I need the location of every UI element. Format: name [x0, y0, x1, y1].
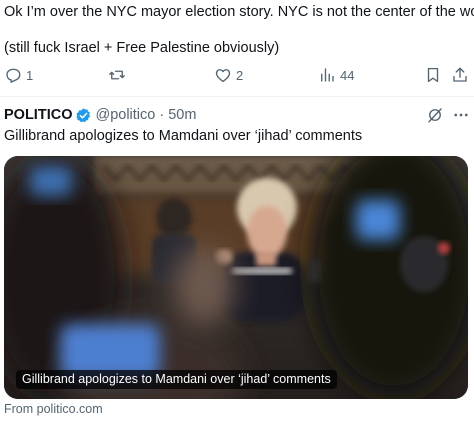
grok-icon [428, 108, 442, 123]
grok-button[interactable] [426, 104, 444, 126]
share-icon [453, 67, 467, 82]
link-card-caption: Gillibrand apologizes to Mamdani over ‘j… [16, 370, 337, 389]
reply-count: 1 [26, 67, 34, 83]
like-button[interactable]: 2 [214, 64, 243, 86]
post-text-line-2: (still fuck Israel + Free Palestine obvi… [4, 40, 280, 56]
author-handle[interactable]: @politico [95, 107, 155, 123]
reply-icon [6, 68, 21, 83]
repost-icon [109, 70, 125, 80]
link-card-source[interactable]: From politico.com [4, 402, 103, 416]
bookmark-icon [427, 67, 439, 83]
like-count: 2 [236, 67, 244, 83]
bookmark-button[interactable] [424, 64, 442, 86]
post-time[interactable]: 50m [168, 107, 196, 123]
post-divider [0, 96, 474, 97]
views-button[interactable]: 44 [318, 64, 354, 86]
share-button[interactable] [451, 64, 469, 86]
repost-button[interactable] [108, 64, 130, 86]
reply-button[interactable]: 1 [4, 64, 33, 86]
quoted-post-text: Gillibrand apologizes to Mamdani over ‘j… [4, 128, 363, 144]
more-button[interactable] [452, 104, 470, 126]
verified-icon [76, 107, 91, 122]
post-action-bar: 1 2 44 [0, 64, 474, 86]
like-icon [215, 69, 231, 83]
views-count: 44 [340, 67, 355, 83]
header-separator: · [159, 107, 165, 123]
more-icon [454, 113, 468, 117]
quoted-post-header: POLITICO @politico · 50m [4, 104, 474, 126]
views-icon [321, 68, 334, 82]
author-name[interactable]: POLITICO [4, 107, 72, 123]
news-photo [4, 156, 468, 399]
link-card-image[interactable]: Gillibrand apologizes to Mamdani over ‘j… [4, 156, 468, 399]
post-text-line-1: Ok I’m over the NYC mayor election story… [4, 4, 474, 20]
